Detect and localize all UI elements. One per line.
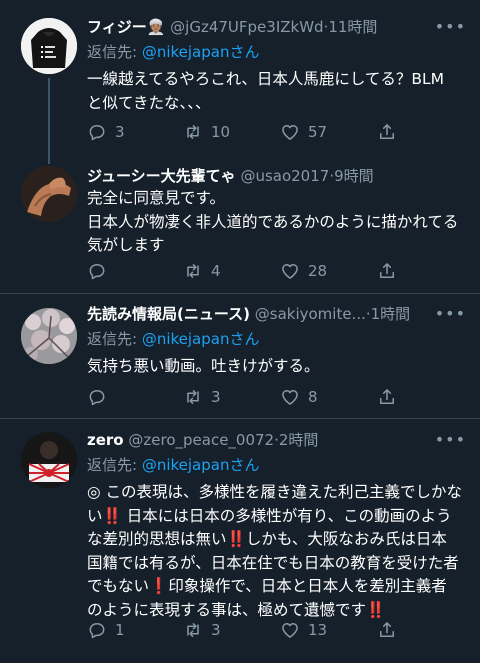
retweet-button[interactable]: 10 (183, 121, 230, 143)
tweet-3[interactable]: 先読み情報局(ニュース) @sakiyomite...·1時間 ••• 返信先:… (0, 294, 480, 418)
tweet-header: zero @zero_peace_0072·2時間 (87, 429, 434, 451)
share-button[interactable] (377, 121, 397, 143)
reply-icon (89, 390, 105, 406)
like-button[interactable]: 8 (280, 386, 318, 408)
tweet-1[interactable]: フィジー👳🏽 @jGz47UFpe3IZkWd·11時間 ••• 返信先: @n… (0, 0, 480, 160)
like-button[interactable]: 13 (280, 619, 327, 641)
reply-mention[interactable]: @nikejapanさん (142, 330, 260, 348)
reply-prefix: 返信先: (87, 456, 142, 474)
tweet-2[interactable]: ジューシー大先輩てゃ @usao2017·9時間 完全に同意見です。 日本人が物… (0, 160, 480, 293)
display-name[interactable]: 先読み情報局(ニュース) (87, 305, 250, 323)
tweet-header: フィジー👳🏽 @jGz47UFpe3IZkWd·11時間 (87, 16, 434, 38)
tweet-text: ◎ この表現は、多様性を履き違えた利己主義でしかない‼️ 日本には日本の多様性が… (87, 481, 462, 622)
reply-button[interactable]: 1 (87, 619, 125, 641)
like-count: 8 (308, 388, 318, 406)
share-icon (380, 389, 394, 404)
tweet-text: 一線越えてるやろこれ、日本人馬鹿にしてる？BLM と似てきたな、、、 (87, 70, 445, 112)
retweet-count: 3 (211, 621, 221, 639)
timestamp[interactable]: ·1時間 (366, 305, 410, 323)
share-icon (380, 263, 394, 278)
user-handle[interactable]: @jGz47UFpe3IZkWd (170, 18, 323, 36)
tweet-text: 気持ち悪い動画。吐きけがする。 (87, 357, 320, 375)
user-handle[interactable]: @sakiyomite... (255, 305, 366, 323)
timestamp[interactable]: ·11時間 (324, 18, 378, 36)
reply-icon (89, 264, 105, 280)
exclamation-icon: ❗️ (149, 577, 169, 595)
avatar[interactable] (21, 18, 77, 74)
reply-prefix: 返信先: (87, 330, 142, 348)
user-handle[interactable]: @zero_peace_0072 (128, 431, 274, 449)
rising-sun-avatar-image (21, 432, 77, 488)
tweet-actions: 3 8 (87, 386, 417, 408)
share-button[interactable] (377, 260, 397, 282)
like-button[interactable]: 28 (280, 260, 327, 282)
reply-button[interactable] (87, 260, 115, 282)
reply-icon (89, 125, 105, 141)
tweet-header: 先読み情報局(ニュース) @sakiyomite...·1時間 (87, 303, 434, 325)
reply-count: 1 (115, 621, 125, 639)
reply-count: 3 (115, 123, 125, 141)
retweet-icon (187, 264, 199, 278)
share-button[interactable] (377, 386, 397, 408)
retweet-count: 3 (211, 388, 221, 406)
double-exclamation-icon: ‼️ (226, 530, 246, 548)
like-count: 28 (308, 262, 328, 280)
more-horizontal-icon[interactable]: ••• (435, 19, 466, 35)
share-button[interactable] (377, 619, 397, 641)
blossom-avatar-image (21, 308, 77, 364)
heart-icon (282, 264, 298, 279)
double-exclamation-icon: ‼️ (366, 600, 386, 619)
display-name[interactable]: ジューシー大先輩てゃ (87, 167, 236, 185)
retweet-button[interactable]: 3 (183, 619, 221, 641)
more-horizontal-icon[interactable]: ••• (435, 306, 466, 322)
tweet-actions: 3 10 57 (87, 121, 417, 143)
reply-context: 返信先: @nikejapanさん (87, 328, 259, 350)
reply-mention[interactable]: @nikejapanさん (142, 43, 260, 61)
retweet-count: 10 (211, 123, 231, 141)
timestamp[interactable]: ·9時間 (329, 167, 373, 185)
like-count: 57 (308, 123, 328, 141)
tweet-text: 完全に同意見です。 日本人が物凄く非人道的であるかのように描かれてる気がします (87, 189, 459, 254)
more-horizontal-icon[interactable]: ••• (435, 432, 466, 448)
reply-mention[interactable]: @nikejapanさん (142, 456, 260, 474)
double-exclamation-icon: ‼️ (102, 506, 122, 525)
retweet-button[interactable]: 4 (183, 260, 221, 282)
display-name[interactable]: zero (87, 431, 124, 449)
reply-context: 返信先: @nikejapanさん (87, 454, 259, 476)
reply-button[interactable]: 3 (87, 121, 125, 143)
avatar[interactable] (21, 308, 77, 364)
hoodie-avatar-image (21, 18, 77, 74)
tweet-actions: 1 3 13 (87, 619, 417, 641)
display-name[interactable]: フィジー👳🏽 (87, 18, 165, 36)
like-count: 13 (308, 621, 328, 639)
tweet-header: ジューシー大先輩てゃ @usao2017·9時間 (87, 165, 468, 187)
retweet-icon (187, 623, 199, 637)
share-icon (380, 124, 394, 139)
arm-avatar-image (21, 166, 77, 222)
timestamp[interactable]: ·2時間 (274, 431, 318, 449)
tweet-actions: 4 28 (87, 260, 417, 282)
heart-icon (282, 390, 298, 405)
reply-icon (89, 623, 105, 639)
reply-button[interactable] (87, 386, 115, 408)
reply-context: 返信先: @nikejapanさん (87, 41, 259, 63)
avatar[interactable] (21, 432, 77, 488)
tweet-4[interactable]: zero @zero_peace_0072·2時間 ••• 返信先: @nike… (0, 419, 480, 663)
user-handle[interactable]: @usao2017 (240, 167, 329, 185)
share-icon (380, 622, 394, 637)
avatar[interactable] (21, 166, 77, 222)
retweet-button[interactable]: 3 (183, 386, 221, 408)
heart-icon (282, 125, 298, 140)
retweet-icon (187, 390, 199, 404)
retweet-count: 4 (211, 262, 221, 280)
reply-prefix: 返信先: (87, 43, 142, 61)
retweet-icon (187, 125, 199, 139)
like-button[interactable]: 57 (280, 121, 327, 143)
heart-icon (282, 623, 298, 638)
